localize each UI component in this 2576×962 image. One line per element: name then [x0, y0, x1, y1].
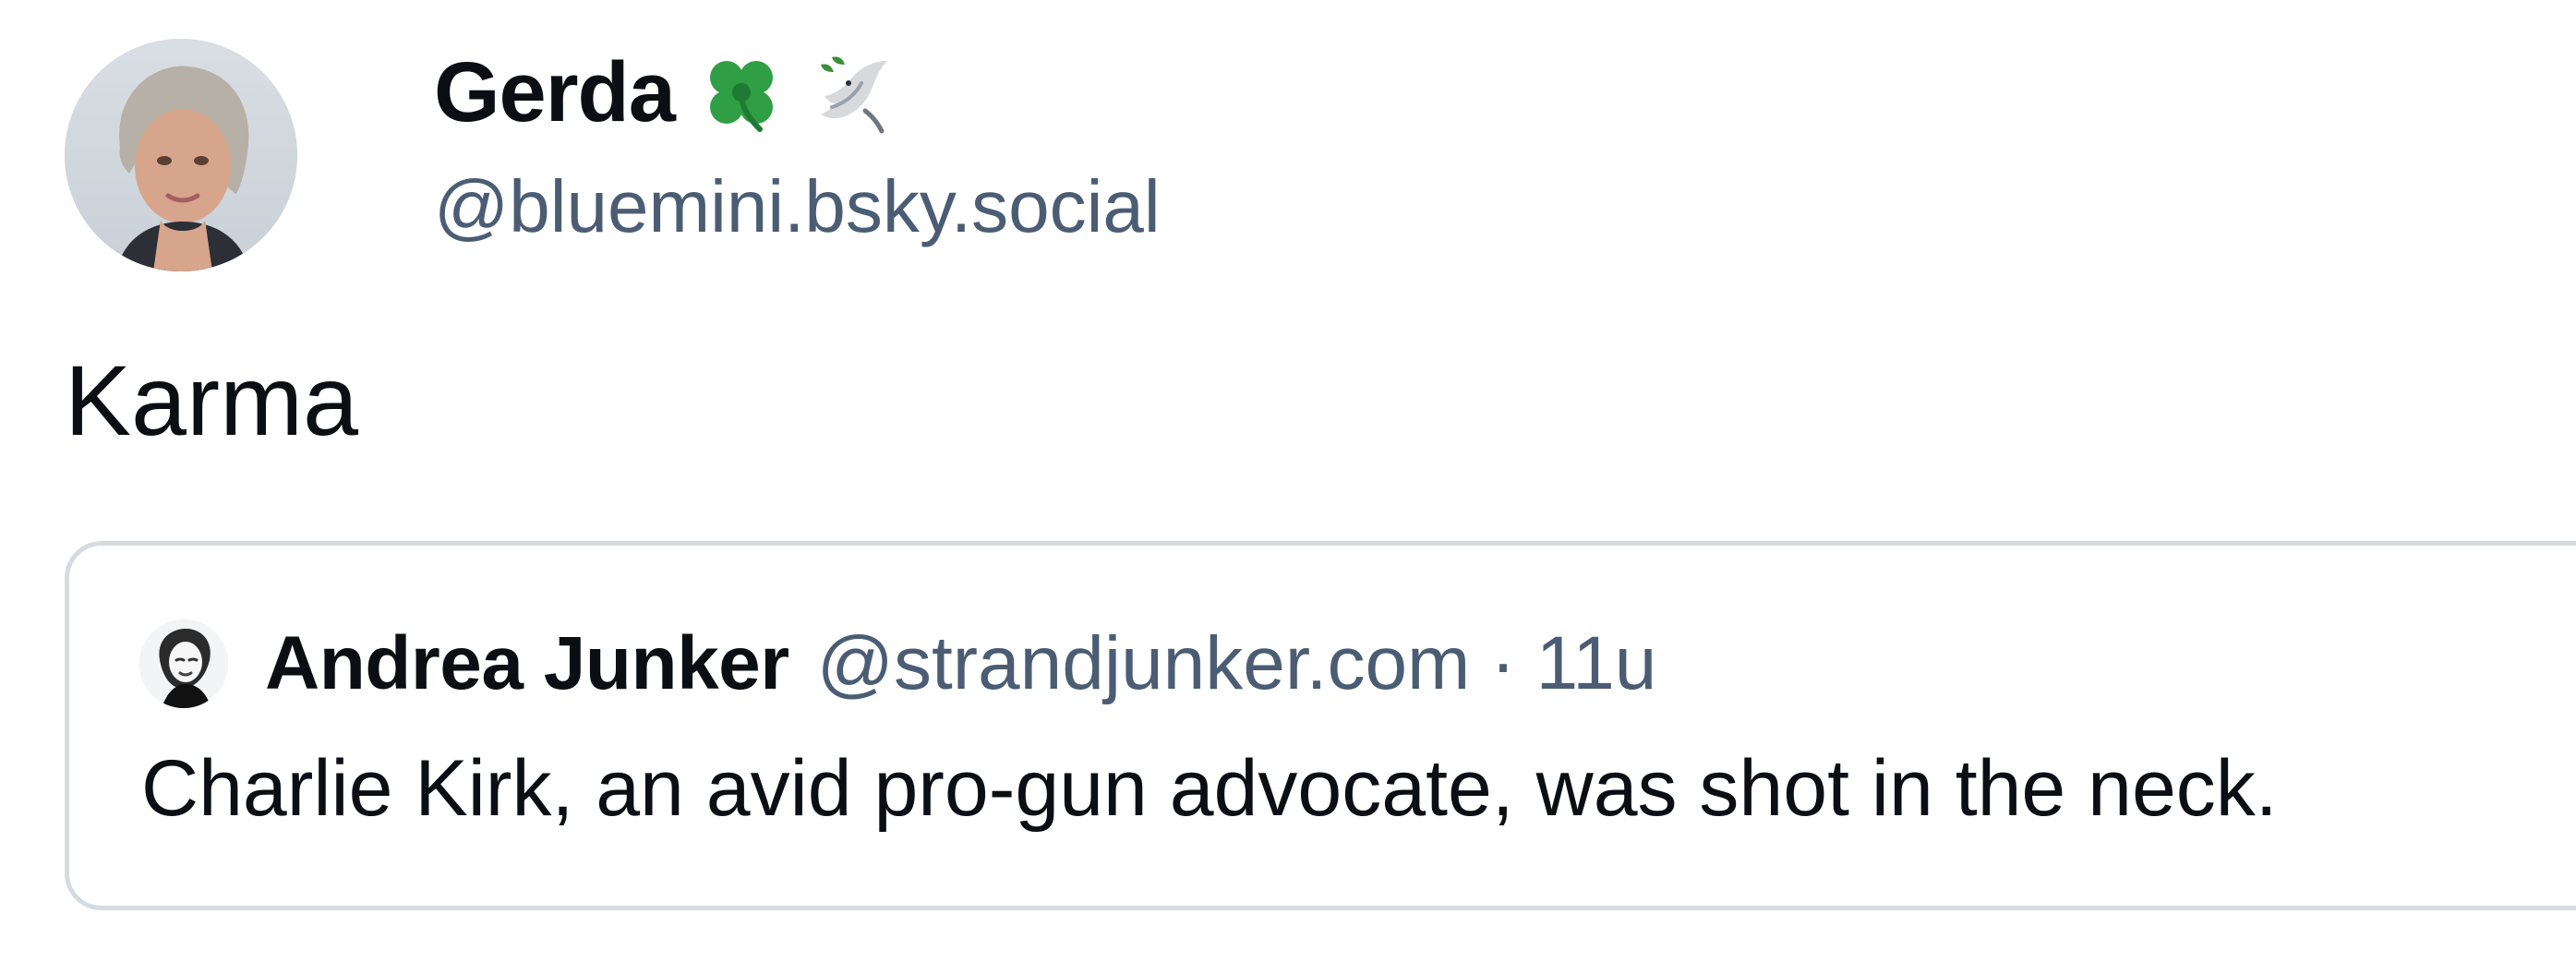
display-name[interactable]: Gerda — [434, 50, 676, 135]
quoted-post-text: Charlie Kirk, an avid pro-gun advocate, … — [141, 744, 2278, 833]
quoted-author-display-name[interactable]: Andrea Junker — [265, 626, 789, 702]
post-text: Karma — [65, 344, 359, 456]
timestamp-separator: · — [1490, 621, 1516, 705]
post-header: Gerda @bluemini.bsky.social — [65, 39, 1161, 271]
quoted-author-handle[interactable]: @strandjunker.com — [817, 626, 1471, 702]
quoted-author-avatar[interactable] — [139, 619, 228, 708]
quoted-post-header: Andrea Junker @strandjunker.com · 11u — [139, 619, 1656, 708]
author-avatar[interactable] — [65, 39, 297, 271]
display-name-row: Gerda — [434, 46, 1161, 138]
quoted-post-time[interactable]: 11u — [1536, 626, 1657, 702]
four-leaf-clover-icon — [695, 46, 788, 138]
author-handle[interactable]: @bluemini.bsky.social — [434, 170, 1161, 244]
quoted-post-card[interactable]: Andrea Junker @strandjunker.com · 11u Ch… — [65, 541, 2576, 910]
author-names: Gerda @bluemini.bsky.social — [434, 46, 1161, 244]
dove-icon — [808, 46, 900, 138]
